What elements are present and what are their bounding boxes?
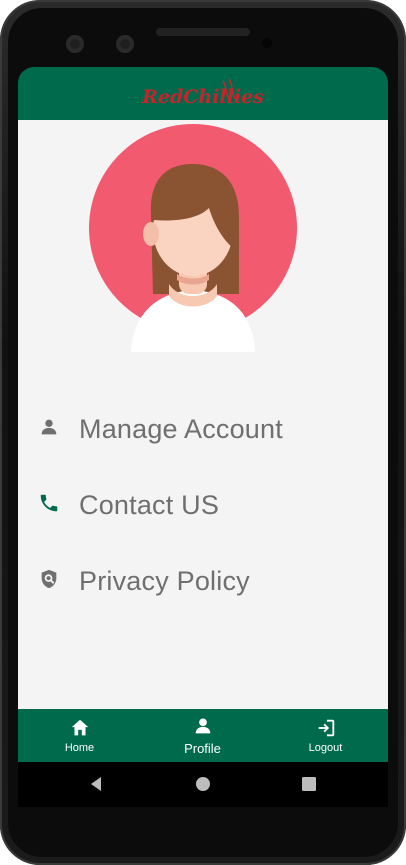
logout-icon [318, 719, 334, 737]
back-icon[interactable] [84, 772, 108, 796]
menu-label-contact-us: Contact US [79, 489, 220, 520]
nav-label-logout: Logout [308, 742, 343, 754]
proximity-sensor [262, 38, 272, 48]
shield-search-icon [41, 569, 57, 589]
front-camera-left [66, 35, 84, 53]
menu-label-manage-account: Manage Account [79, 413, 283, 444]
app-bar: RedChillies [18, 67, 388, 120]
recents-icon[interactable] [297, 772, 321, 796]
nav-logout[interactable]: Logout [264, 709, 387, 762]
svg-text:RedChillies: RedChillies [141, 86, 264, 108]
brand-logo: RedChillies [141, 78, 264, 108]
menu-item-contact-us[interactable]: Contact US [18, 475, 388, 535]
bottom-navigation: Home Profile Logout [18, 709, 388, 762]
female-avatar-icon[interactable] [89, 124, 299, 352]
front-camera-right [116, 35, 134, 53]
profile-content: Manage Account Contact US Privacy Policy [18, 120, 388, 709]
home-circle-icon[interactable] [191, 772, 215, 796]
menu-item-manage-account[interactable]: Manage Account [18, 399, 388, 459]
menu-item-privacy-policy[interactable]: Privacy Policy [18, 551, 388, 611]
home-icon [71, 719, 88, 736]
phone-frame: RedChillies Manage Account Contact US Pr… [0, 0, 406, 865]
phone-icon [40, 494, 58, 512]
person-icon [41, 419, 57, 435]
system-navigation-bar [18, 762, 388, 807]
nav-home[interactable]: Home [18, 709, 141, 762]
person-icon [195, 718, 210, 734]
nav-label-profile: Profile [184, 741, 221, 756]
nav-label-home: Home [64, 742, 95, 754]
nav-profile[interactable]: Profile [141, 709, 264, 762]
menu-label-privacy-policy: Privacy Policy [79, 565, 250, 596]
screen: RedChillies Manage Account Contact US Pr… [18, 67, 388, 807]
earpiece-speaker [156, 28, 250, 36]
